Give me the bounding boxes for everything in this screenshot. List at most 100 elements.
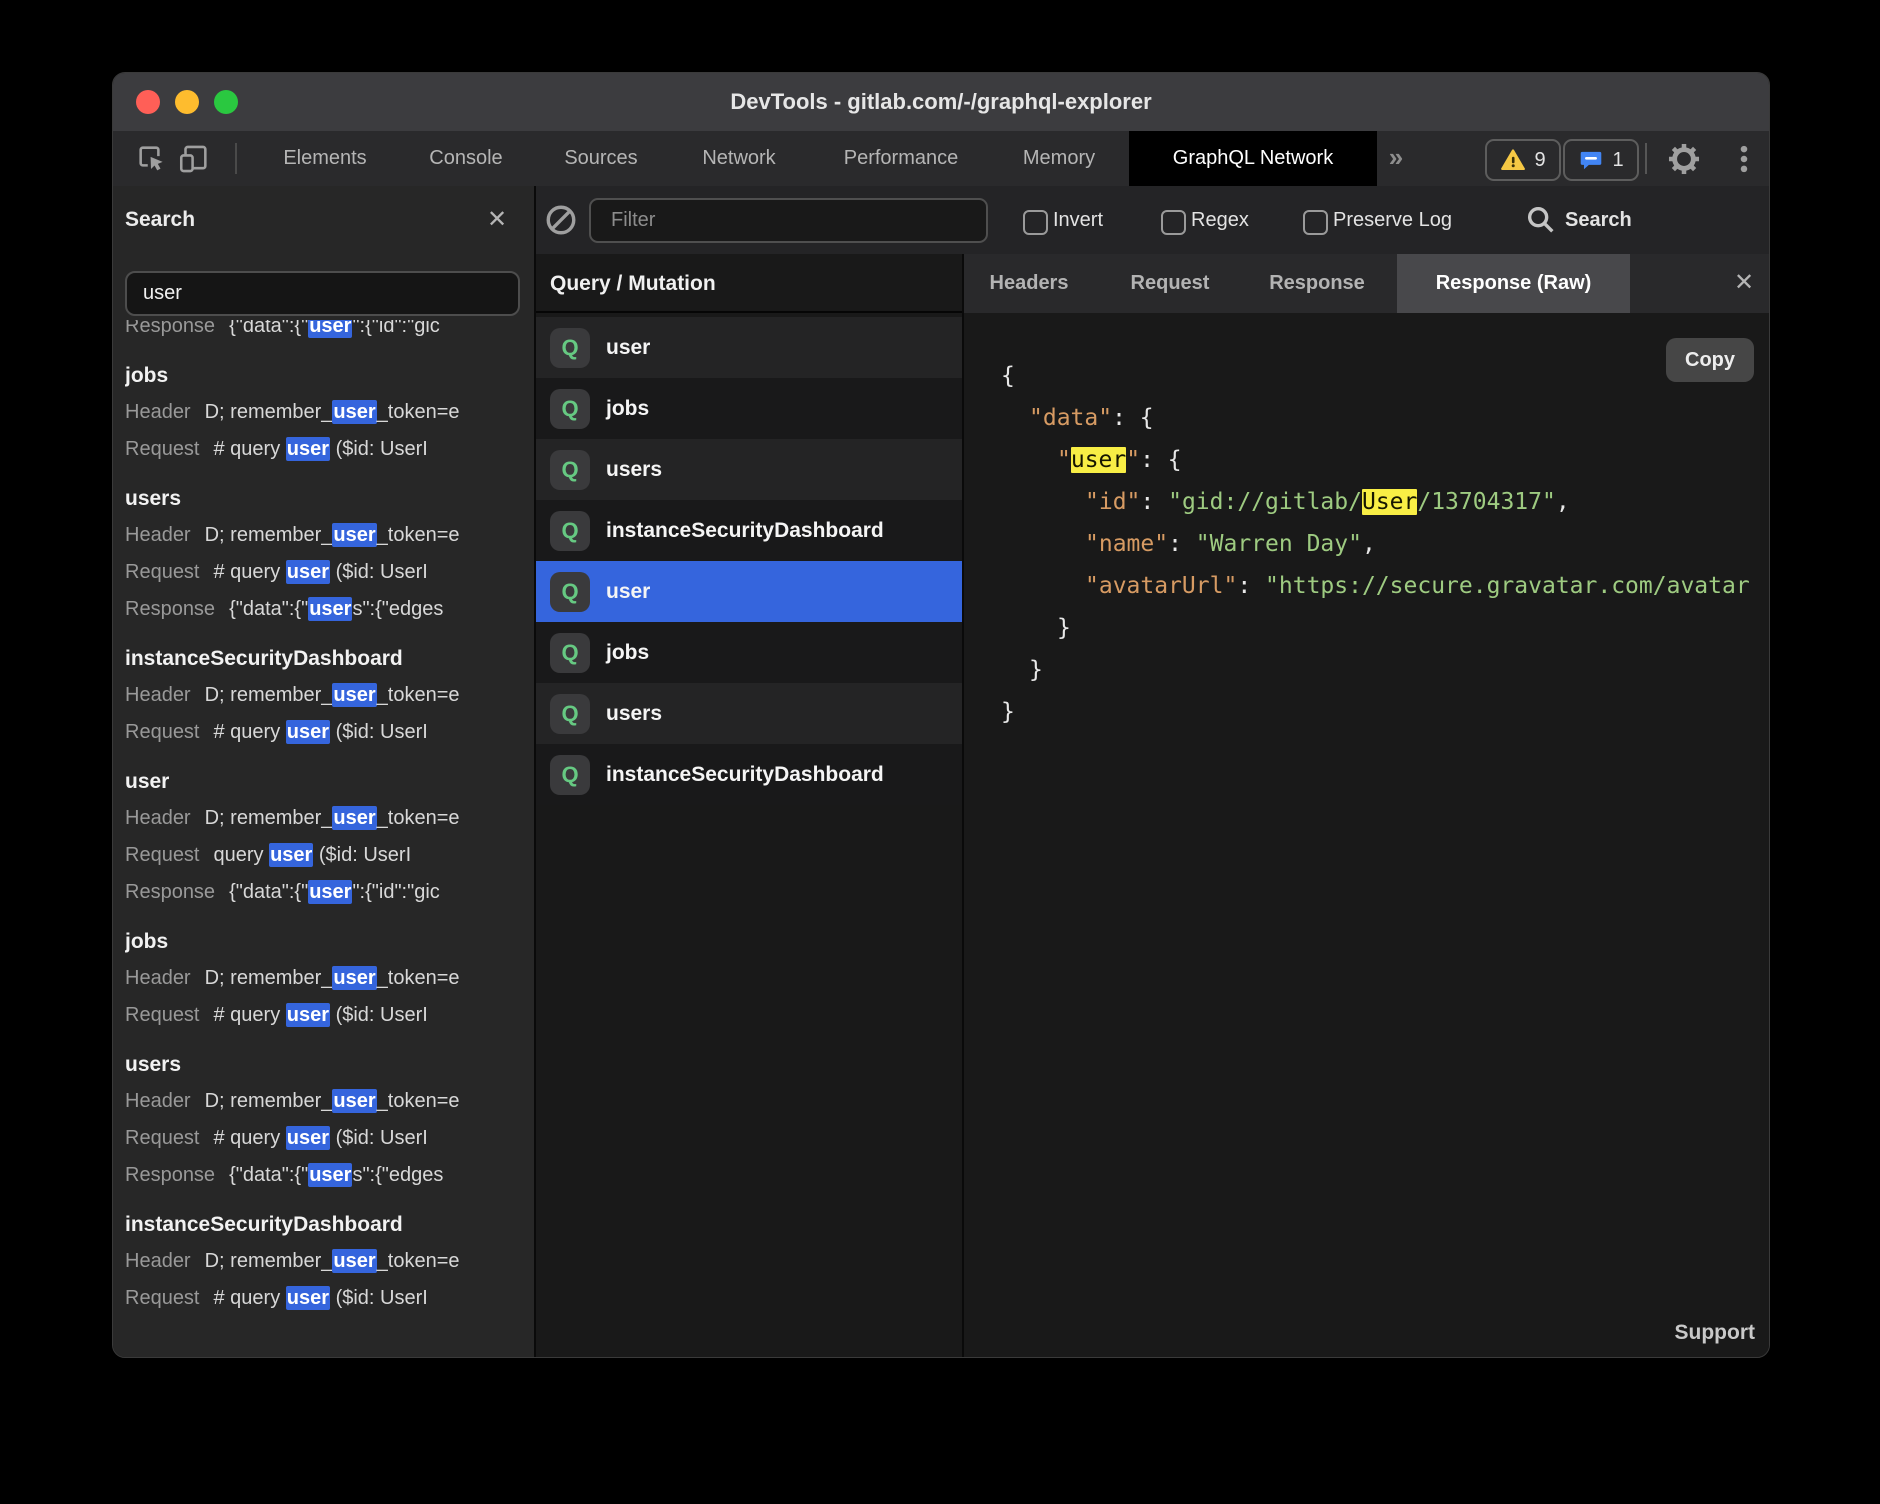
- result-section-title[interactable]: users: [125, 480, 534, 517]
- search-toggle-label[interactable]: Search: [1565, 186, 1632, 254]
- result-section-title[interactable]: instanceSecurityDashboard: [125, 640, 534, 677]
- warning-icon: [1500, 147, 1526, 173]
- close-search-pane-icon[interactable]: ✕: [487, 208, 507, 232]
- response-json: {"data": {"user": {"id": "gid://gitlab/U…: [1001, 355, 1769, 733]
- result-text: {"data":{": [229, 598, 308, 620]
- tab-memory[interactable]: Memory: [1023, 131, 1095, 186]
- query-row-user[interactable]: Quser: [536, 561, 962, 622]
- tab-console[interactable]: Console: [429, 131, 502, 186]
- result-line-header[interactable]: HeaderD; remember_user_token=e: [125, 1083, 534, 1120]
- response-panel: HeadersRequestResponse Response (Raw) ✕ …: [964, 254, 1769, 1357]
- result-line-label: Response: [125, 598, 215, 620]
- query-row-jobs[interactable]: Qjobs: [536, 378, 962, 439]
- result-line-header[interactable]: HeaderD; remember_user_token=e: [125, 800, 534, 837]
- json-token: /13704317": [1417, 489, 1555, 515]
- tab-performance[interactable]: Performance: [844, 131, 959, 186]
- checkbox-label[interactable]: Regex: [1191, 186, 1249, 254]
- result-line-response[interactable]: Response{"data":{"user":{"id":"gic: [125, 874, 534, 911]
- query-row-instanceSecurityDashboard[interactable]: QinstanceSecurityDashboard: [536, 500, 962, 561]
- tab-response[interactable]: Response: [1269, 254, 1365, 313]
- json-token: "avatarUrl": [1085, 573, 1237, 599]
- result-line-header[interactable]: HeaderD; remember_user_token=e: [125, 960, 534, 997]
- checkbox-invert[interactable]: [1023, 210, 1048, 235]
- result-text: _token=e: [377, 684, 460, 706]
- json-line: }: [1001, 649, 1769, 691]
- result-line-header[interactable]: HeaderD; remember_user_token=e: [125, 517, 534, 554]
- query-row-users[interactable]: Qusers: [536, 439, 962, 500]
- result-line-header[interactable]: HeaderD; remember_user_token=e: [125, 394, 534, 431]
- search-icon[interactable]: [1524, 203, 1558, 237]
- match-highlight: user: [308, 597, 352, 621]
- more-tabs-icon[interactable]: »: [1389, 131, 1403, 186]
- query-type-icon: Q: [550, 511, 590, 551]
- message-icon: [1578, 147, 1604, 173]
- inspect-element-icon[interactable]: [135, 142, 169, 176]
- tab-graphql-network[interactable]: GraphQL Network: [1129, 131, 1377, 186]
- query-row-instanceSecurityDashboard[interactable]: QinstanceSecurityDashboard: [536, 744, 962, 805]
- result-text: ($id: UserI: [330, 438, 428, 460]
- warnings-badge[interactable]: 9: [1485, 139, 1561, 181]
- json-line: "id": "gid://gitlab/User/13704317",: [1001, 481, 1769, 523]
- device-toolbar-icon[interactable]: [177, 142, 211, 176]
- result-line-response[interactable]: Response{"data":{"users":{"edges: [125, 1157, 534, 1194]
- result-text: # query: [214, 1287, 286, 1309]
- result-line-request[interactable]: Request# query user ($id: UserI: [125, 1280, 534, 1317]
- result-text: ":{"id":"gic: [352, 881, 439, 903]
- toolbar-divider: [235, 143, 237, 174]
- json-line: "user": {: [1001, 439, 1769, 481]
- search-input[interactable]: [125, 271, 520, 316]
- checkbox-regex[interactable]: [1161, 210, 1186, 235]
- checkbox-label[interactable]: Invert: [1053, 186, 1103, 254]
- search-results-list: Response{"data":{"user":{"id":"gicjobsHe…: [125, 320, 534, 1357]
- query-row-label: users: [606, 458, 662, 482]
- result-line-request[interactable]: Request# query user ($id: UserI: [125, 431, 534, 468]
- result-text: D; remember_: [205, 401, 333, 423]
- json-token: "name": [1085, 531, 1168, 557]
- result-line-request[interactable]: Requestquery user ($id: UserI: [125, 837, 534, 874]
- tab-sources[interactable]: Sources: [564, 131, 637, 186]
- result-section-title[interactable]: jobs: [125, 923, 534, 960]
- json-token: "id": [1085, 489, 1140, 515]
- result-line-request[interactable]: Request# query user ($id: UserI: [125, 554, 534, 591]
- json-token: "gid://gitlab/: [1168, 489, 1362, 515]
- close-detail-icon[interactable]: ✕: [1734, 271, 1754, 295]
- messages-badge[interactable]: 1: [1563, 139, 1639, 181]
- screen-background: DevTools - gitlab.com/-/graphql-explorer…: [0, 0, 1880, 1504]
- kebab-menu-icon[interactable]: [1727, 142, 1761, 176]
- result-section-title[interactable]: jobs: [125, 357, 534, 394]
- support-link[interactable]: Support: [1675, 1321, 1755, 1345]
- filter-toolbar: Search ✕ Invert Regex Preserve Log Search: [113, 186, 1769, 254]
- result-line-request[interactable]: Request# query user ($id: UserI: [125, 714, 534, 751]
- checkbox-label[interactable]: Preserve Log: [1333, 186, 1452, 254]
- tab-headers[interactable]: Headers: [990, 254, 1069, 313]
- result-text: # query: [214, 1127, 286, 1149]
- match-highlight: user: [286, 437, 330, 461]
- result-section-title[interactable]: users: [125, 1046, 534, 1083]
- result-line-header[interactable]: HeaderD; remember_user_token=e: [125, 677, 534, 714]
- query-row-jobs[interactable]: Qjobs: [536, 622, 962, 683]
- query-row-user[interactable]: Quser: [536, 317, 962, 378]
- tab-response-raw[interactable]: Response (Raw): [1397, 254, 1630, 313]
- result-line-request[interactable]: Request# query user ($id: UserI: [125, 997, 534, 1034]
- result-text: _token=e: [377, 807, 460, 829]
- filter-input[interactable]: [589, 198, 988, 243]
- settings-gear-icon[interactable]: [1667, 142, 1701, 176]
- result-section-title[interactable]: user: [125, 763, 534, 800]
- result-line-response[interactable]: Response{"data":{"user":{"id":"gic: [125, 320, 534, 345]
- tab-network[interactable]: Network: [702, 131, 775, 186]
- checkbox-preserve-log[interactable]: [1303, 210, 1328, 235]
- query-row-users[interactable]: Qusers: [536, 683, 962, 744]
- search-pane-title: Search: [125, 186, 195, 254]
- result-line-request[interactable]: Request# query user ($id: UserI: [125, 1120, 534, 1157]
- tab-request[interactable]: Request: [1131, 254, 1210, 313]
- result-line-header[interactable]: HeaderD; remember_user_token=e: [125, 1243, 534, 1280]
- result-line-label: Response: [125, 881, 215, 903]
- match-highlight: user: [332, 400, 376, 424]
- result-line-response[interactable]: Response{"data":{"users":{"edges: [125, 591, 534, 628]
- query-mutation-panel: Query / Mutation QuserQjobsQusersQinstan…: [536, 254, 962, 1357]
- tab-elements[interactable]: Elements: [283, 131, 366, 186]
- result-section-title[interactable]: instanceSecurityDashboard: [125, 1206, 534, 1243]
- json-token: ": [1057, 447, 1071, 473]
- result-text: D; remember_: [205, 967, 333, 989]
- clear-filter-icon[interactable]: [544, 203, 578, 237]
